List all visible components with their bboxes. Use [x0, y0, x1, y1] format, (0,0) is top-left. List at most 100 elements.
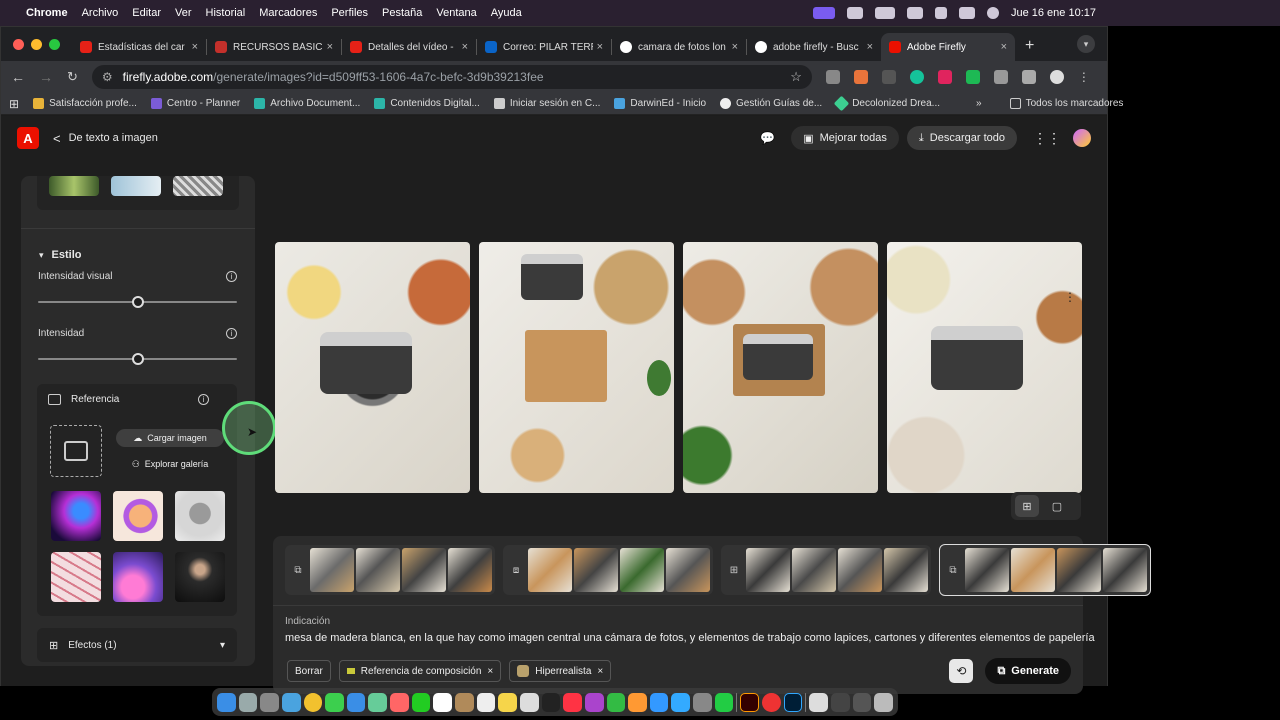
download-all-button[interactable]: ⤓ Descargar todo [906, 126, 1017, 150]
breadcrumb[interactable]: De texto a imagen [69, 132, 158, 144]
bookmarks-overflow[interactable]: » [976, 98, 982, 109]
wifi-icon[interactable] [906, 7, 923, 19]
site-info-icon[interactable]: ⚙ [102, 70, 113, 84]
bookmark-decolonized[interactable]: Decolonized Drea... [833, 95, 940, 112]
user-avatar[interactable] [1073, 129, 1091, 147]
reminders-icon[interactable] [476, 692, 496, 712]
feedback-icon[interactable]: 💬 [760, 131, 775, 145]
history-thumb[interactable] [448, 548, 492, 592]
finder-icon[interactable] [217, 692, 236, 712]
messages-icon[interactable] [325, 692, 344, 712]
history-thumb[interactable] [356, 548, 400, 592]
browser-menu-icon[interactable]: ⋮ [1078, 70, 1090, 84]
pin-extension-icon[interactable] [965, 70, 980, 84]
bookmark-iniciar-sesion[interactable]: Iniciar sesión en C... [493, 98, 600, 109]
prompt-input[interactable]: mesa de madera blanca, en la que hay com… [285, 632, 1095, 644]
history-thumb[interactable] [620, 548, 664, 592]
app-store-icon[interactable] [671, 692, 691, 712]
tab-adobe-firefly[interactable]: Adobe Firefly × [881, 33, 1015, 61]
chrome-icon[interactable] [303, 692, 323, 712]
apps-grid-icon[interactable]: ⋮⋮ [1033, 130, 1061, 147]
podcasts-icon[interactable] [584, 692, 604, 712]
menu-item-ventana[interactable]: Ventana [436, 7, 476, 19]
bookmark-star-icon[interactable]: ☆ [790, 69, 802, 85]
settings-gear-icon[interactable] [693, 692, 712, 712]
tab-adobe-firefly-busqueda[interactable]: adobe firefly - Busc × [747, 33, 881, 61]
menubar-clock[interactable]: Jue 16 ene 10:17 [1011, 7, 1096, 19]
move-extension-icon[interactable] [881, 70, 896, 84]
reference-thumb-portrait[interactable] [175, 552, 225, 602]
creative-cloud-icon[interactable] [846, 7, 863, 19]
menu-item-ayuda[interactable]: Ayuda [491, 7, 522, 19]
freeform-icon[interactable] [519, 692, 539, 712]
reference-thumb-thumbs-up[interactable] [113, 491, 163, 541]
miro-extension-icon[interactable] [937, 70, 952, 84]
tab-close-icon[interactable]: × [327, 41, 333, 53]
adobe-logo[interactable]: A [17, 127, 39, 149]
control-center-icon[interactable] [958, 7, 975, 19]
download-icon[interactable] [1021, 70, 1036, 84]
history-thumb[interactable] [884, 548, 928, 592]
pages-icon[interactable] [628, 692, 647, 712]
photorealistic-chip[interactable]: Hiperrealista × [509, 660, 612, 682]
menu-item-archivo[interactable]: Archivo [82, 7, 119, 19]
illustrator-icon[interactable] [740, 692, 760, 712]
menu-item-perfiles[interactable]: Perfiles [331, 7, 368, 19]
upload-image-button[interactable]: ☁ Cargar imagen [116, 429, 224, 447]
clear-button[interactable]: Borrar [287, 660, 331, 682]
info-icon[interactable]: i [198, 394, 209, 405]
address-bar[interactable]: ⚙ firefly.adobe.com/generate/images?id=d… [91, 65, 812, 89]
keynote-icon[interactable] [649, 692, 669, 712]
more-options-icon[interactable]: ⋮ [1064, 290, 1076, 304]
bookmark-archivo-document[interactable]: Archivo Document... [254, 98, 360, 109]
tab-close-icon[interactable]: × [867, 41, 873, 53]
screen-recording-icon[interactable] [812, 7, 835, 19]
generated-image-4[interactable]: ⋮ [887, 242, 1082, 493]
color-extension-icon[interactable] [853, 70, 868, 84]
history-thumb[interactable] [310, 548, 354, 592]
history-thumb[interactable] [965, 548, 1009, 592]
style-thumb-building[interactable] [111, 176, 161, 196]
menu-item-marcadores[interactable]: Marcadores [259, 7, 317, 19]
generate-button[interactable]: ⧉ Generate [985, 658, 1071, 684]
back-chevron-icon[interactable]: < [53, 131, 61, 146]
info-icon[interactable]: i [226, 328, 237, 339]
bookmark-planner[interactable]: Centro - Planner [150, 98, 240, 109]
single-view-icon[interactable]: ▢ [1045, 495, 1069, 517]
launchpad-icon[interactable] [238, 692, 258, 712]
close-window-button[interactable] [13, 38, 24, 50]
upload-dropzone[interactable] [50, 425, 102, 477]
explore-gallery-button[interactable]: ⚇ Explorar galería [116, 455, 224, 473]
all-bookmarks[interactable]: Todos los marcadores [1009, 98, 1123, 109]
photoshop-icon[interactable] [783, 692, 803, 712]
history-thumb[interactable] [746, 548, 790, 592]
bookmark-satisfaccion[interactable]: Satisfacción profe... [33, 98, 137, 109]
maps-icon[interactable] [368, 692, 388, 712]
history-thumb[interactable] [1103, 548, 1147, 592]
remove-chip-icon[interactable]: × [487, 666, 493, 677]
menu-item-historial[interactable]: Historial [206, 7, 246, 19]
tab-detalles-video[interactable]: Detalles del vídeo - × [342, 33, 476, 61]
history-thumb[interactable] [1057, 548, 1101, 592]
extensions-puzzle-icon[interactable] [993, 70, 1008, 84]
siri-icon[interactable] [986, 7, 999, 19]
effects-section[interactable]: ⊞ Efectos (1) ▾ [37, 628, 237, 662]
menu-item-pestana[interactable]: Pestaña [382, 7, 422, 19]
info-icon[interactable]: i [226, 271, 237, 282]
calendar-icon[interactable] [433, 692, 453, 712]
tab-estadisticas[interactable]: Estadísticas del car × [72, 33, 206, 61]
tab-camara-fotos[interactable]: camara de fotos lon × [612, 33, 746, 61]
search-icon[interactable] [934, 7, 947, 19]
style-thumb-texture[interactable] [173, 176, 223, 196]
recent-window-icon[interactable] [831, 692, 850, 712]
history-thumb[interactable] [666, 548, 710, 592]
tab-search-chevron-icon[interactable]: ▾ [1077, 35, 1095, 53]
numbers-icon[interactable] [606, 692, 626, 712]
tab-close-icon[interactable]: × [597, 41, 603, 53]
generated-image-3[interactable] [683, 242, 878, 493]
history-thumb[interactable] [528, 548, 572, 592]
safari-icon[interactable] [281, 692, 301, 712]
music-icon[interactable] [563, 692, 582, 712]
bookmark-contenidos[interactable]: Contenidos Digital... [374, 98, 480, 109]
reference-thumb-statue[interactable] [175, 491, 225, 541]
